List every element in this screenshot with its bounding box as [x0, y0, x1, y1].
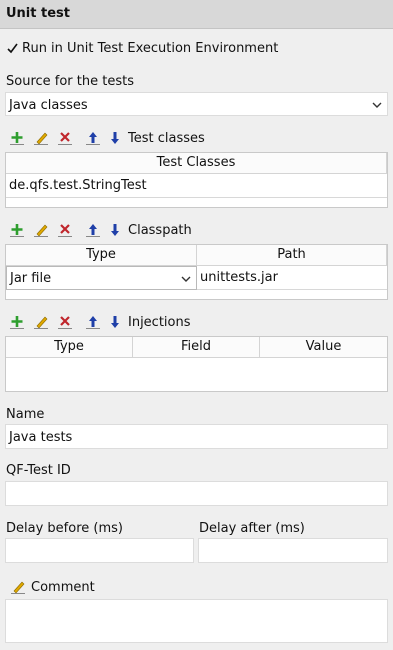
arrow-down-icon [111, 132, 119, 144]
pencil-icon [34, 224, 48, 237]
delete-icon [58, 224, 72, 237]
injections-table[interactable]: Type Field Value [5, 336, 388, 392]
arrow-up-icon [86, 132, 100, 145]
edit-injection-button[interactable] [32, 313, 50, 331]
injections-value-column-header[interactable]: Value [260, 337, 387, 358]
plus-icon [10, 316, 24, 329]
test-classes-toolbar: Test classes [8, 128, 205, 148]
run-env-label: Run in Unit Test Execution Environment [22, 40, 279, 56]
checkbox-checked-icon[interactable] [6, 42, 19, 55]
delay-after-label: Delay after (ms) [199, 521, 305, 536]
add-classpath-button[interactable] [8, 221, 26, 239]
run-env-checkbox-row[interactable]: Run in Unit Test Execution Environment [6, 40, 278, 56]
classpath-path-column-header[interactable]: Path [197, 245, 387, 266]
delete-test-class-button[interactable] [56, 129, 74, 147]
delay-before-label: Delay before (ms) [6, 521, 123, 536]
name-field-value: Java tests [9, 430, 73, 445]
arrow-up-icon [86, 224, 100, 237]
classpath-type-column-header[interactable]: Type [6, 245, 197, 266]
chevron-down-icon [181, 276, 191, 282]
injections-toolbar: Injections [8, 312, 191, 332]
name-label: Name [6, 407, 45, 422]
pencil-icon [34, 316, 48, 329]
test-classes-label: Test classes [128, 130, 205, 146]
source-select-value: Java classes [9, 98, 88, 113]
injections-field-column-header[interactable]: Field [133, 337, 260, 358]
qftest-id-field[interactable] [5, 481, 388, 506]
delete-icon [58, 132, 72, 145]
classpath-type-select[interactable]: Jar file [6, 266, 197, 290]
comment-textarea[interactable] [5, 599, 388, 643]
source-select[interactable]: Java classes [5, 92, 388, 116]
add-test-class-button[interactable] [8, 129, 26, 147]
move-down-test-class-button[interactable] [106, 129, 124, 147]
delay-before-field[interactable] [5, 538, 194, 563]
edit-test-class-button[interactable] [32, 129, 50, 147]
edit-classpath-button[interactable] [32, 221, 50, 239]
comment-label-row: Comment [10, 578, 95, 596]
classpath-table[interactable]: Type Path Jar file unittests.jar [5, 244, 388, 300]
move-up-classpath-button[interactable] [84, 221, 102, 239]
test-class-cell[interactable]: de.qfs.test.StringTest [6, 174, 387, 198]
qftest-id-label: QF-Test ID [6, 463, 71, 478]
move-up-test-class-button[interactable] [84, 129, 102, 147]
move-down-injection-button[interactable] [106, 313, 124, 331]
classpath-path-cell[interactable]: unittests.jar [197, 266, 387, 290]
panel-title: Unit test [6, 6, 70, 21]
plus-icon [10, 224, 24, 237]
classpath-label: Classpath [128, 222, 192, 238]
delete-injection-button[interactable] [56, 313, 74, 331]
pencil-icon [11, 581, 25, 594]
delete-classpath-button[interactable] [56, 221, 74, 239]
move-up-injection-button[interactable] [84, 313, 102, 331]
add-injection-button[interactable] [8, 313, 26, 331]
test-classes-column-header[interactable]: Test Classes [6, 153, 387, 174]
classpath-type-value: Jar file [10, 271, 52, 286]
arrow-up-icon [86, 316, 100, 329]
injections-type-column-header[interactable]: Type [6, 337, 133, 358]
table-row[interactable]: de.qfs.test.StringTest [6, 174, 387, 198]
chevron-down-icon [372, 102, 382, 108]
arrow-down-icon [111, 316, 119, 328]
name-field[interactable]: Java tests [5, 424, 388, 449]
test-classes-table[interactable]: Test Classes de.qfs.test.StringTest [5, 152, 388, 208]
delay-after-field[interactable] [198, 538, 388, 563]
panel-header: Unit test [0, 0, 393, 29]
pencil-icon [34, 132, 48, 145]
classpath-toolbar: Classpath [8, 220, 192, 240]
delete-icon [58, 316, 72, 329]
injections-label: Injections [128, 314, 191, 330]
table-row[interactable]: Jar file unittests.jar [6, 266, 387, 290]
move-down-classpath-button[interactable] [106, 221, 124, 239]
source-label: Source for the tests [6, 74, 134, 89]
plus-icon [10, 132, 24, 145]
comment-label: Comment [31, 579, 95, 595]
arrow-down-icon [111, 224, 119, 236]
